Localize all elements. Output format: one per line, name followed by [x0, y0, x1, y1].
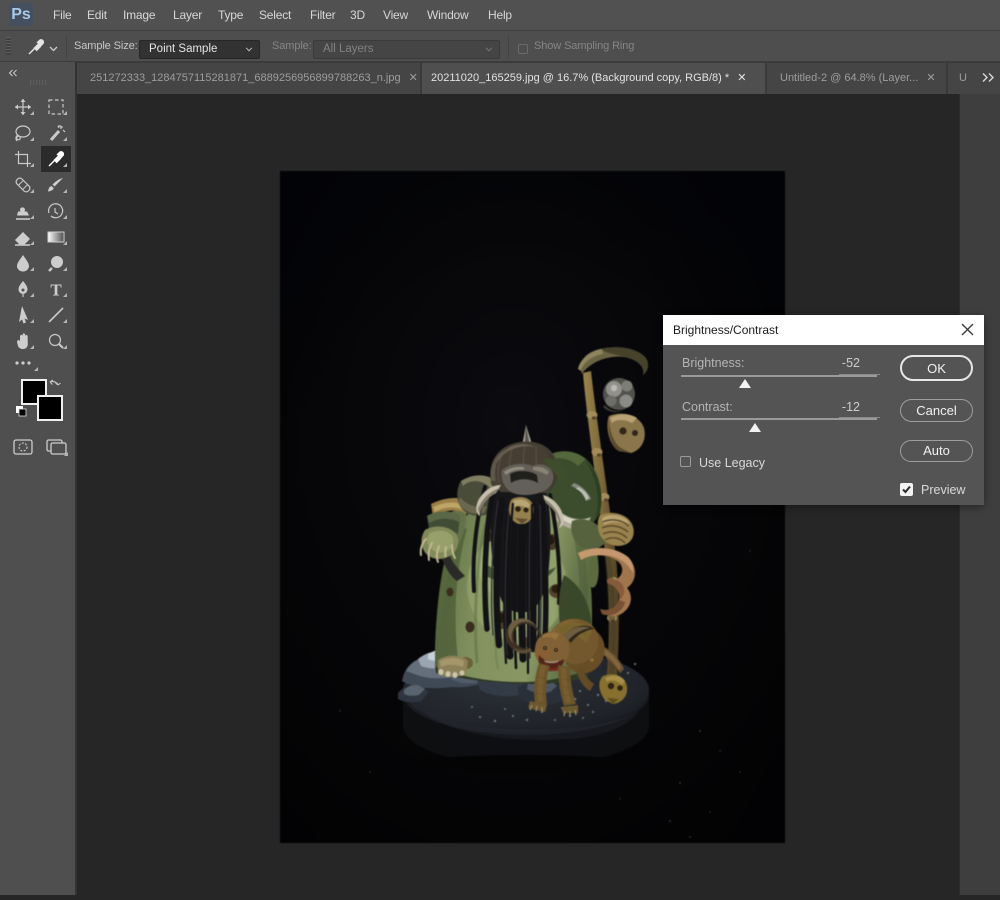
- svg-text:T: T: [50, 281, 62, 300]
